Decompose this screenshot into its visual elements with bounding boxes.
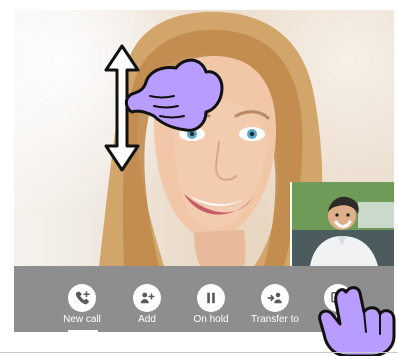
- selected-indicator: [68, 330, 98, 332]
- remote-video-feed[interactable]: [14, 10, 394, 266]
- transfer-to-button[interactable]: Transfer to: [245, 284, 305, 328]
- call-controls-bar: New call Add On hold Transfer to HD: [14, 266, 394, 332]
- screen-share-icon: [331, 292, 345, 305]
- add-button[interactable]: Add: [117, 284, 177, 328]
- phone-plus-icon: [75, 291, 90, 305]
- self-view-pip[interactable]: [290, 182, 394, 266]
- video-call-window: New call Add On hold Transfer to HD: [14, 10, 394, 332]
- on-hold-label: On hold: [193, 314, 229, 325]
- pause-icon: [207, 292, 215, 304]
- add-label: Add: [138, 314, 156, 325]
- person-transfer-icon: [267, 292, 282, 304]
- on-hold-button[interactable]: On hold: [181, 284, 241, 328]
- transfer-to-label: Transfer to: [251, 314, 299, 325]
- hd-icon-circle: [324, 284, 352, 312]
- hd-button[interactable]: HD: [308, 284, 368, 328]
- new-call-button[interactable]: New call: [52, 284, 112, 328]
- new-call-icon-circle: [68, 284, 96, 312]
- hd-label: HD: [330, 314, 346, 325]
- person-add-icon: [140, 292, 155, 304]
- bottom-divider: [0, 352, 398, 353]
- self-view-video: [292, 182, 394, 266]
- transfer-icon-circle: [261, 284, 289, 312]
- new-call-label: New call: [63, 314, 101, 325]
- add-icon-circle: [133, 284, 161, 312]
- on-hold-icon-circle: [197, 284, 225, 312]
